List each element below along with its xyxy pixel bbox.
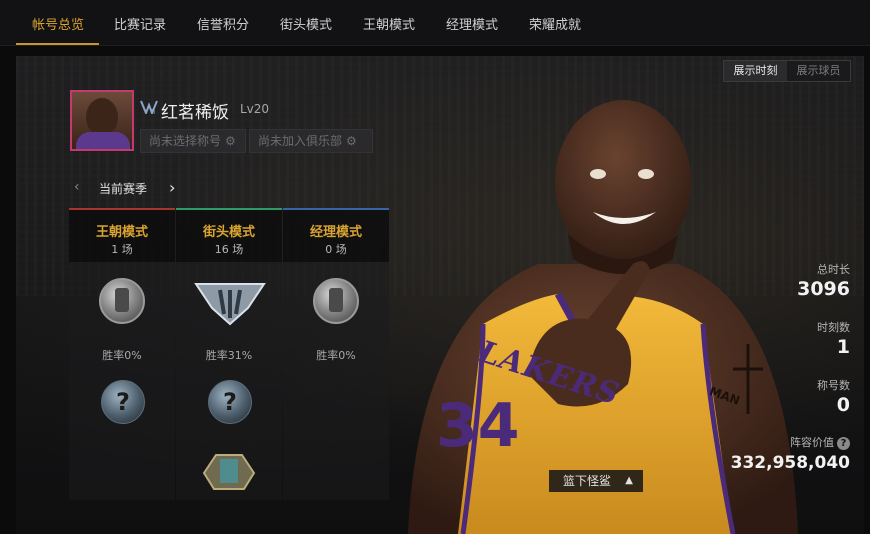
rank-badge-icon	[140, 100, 158, 117]
moments-label: 时刻数	[817, 321, 850, 334]
player-level: Lv20	[240, 102, 270, 116]
lineup-value: 332,958,040	[730, 453, 850, 473]
mode-match-count: 16 场	[214, 243, 244, 256]
mystery-badge-icon: ?	[101, 380, 145, 424]
titles-value: 0	[836, 394, 850, 416]
show-moments-button[interactable]: 展示时刻	[724, 61, 787, 81]
mode-winrate: 胜率0%	[102, 349, 142, 362]
trophy-badge-icon	[202, 454, 256, 490]
jersey-number: 34	[436, 391, 520, 461]
tab-account-overview[interactable]: 帐号总览	[32, 14, 84, 46]
mode-card-dynasty[interactable]: 王朝模式 1 场 胜率0% ?	[69, 208, 175, 500]
titles-label: 称号数	[817, 379, 850, 392]
tab-street-mode[interactable]: 街头模式	[280, 14, 332, 46]
mode-card-street[interactable]: 街头模式 16 场 胜率31% ?	[176, 208, 282, 500]
mode-winrate: 胜率31%	[205, 349, 253, 362]
title-chip-label: 尚未选择称号	[149, 134, 222, 148]
mode-match-count: 1 场	[111, 243, 133, 256]
overview-panel: LAKERS 34 MAN 展示时刻 展示球员 II 红茗稀饭 Lv20 尚未选…	[16, 56, 864, 534]
tab-dynasty-mode[interactable]: 王朝模式	[363, 14, 415, 46]
show-players-button[interactable]: 展示球员	[787, 61, 850, 81]
active-tab-indicator	[16, 43, 99, 45]
mystery-badge-icon: ?	[208, 380, 252, 424]
lineup-value-label: 阵容价值	[790, 436, 834, 449]
chevron-left-icon[interactable]: ‹	[74, 179, 80, 195]
rank-badge-label: II	[151, 108, 156, 116]
club-join-chip[interactable]: 尚未加入俱乐部 ⚙	[249, 129, 373, 153]
lineup-value-label-group: 阵容价值?	[790, 434, 850, 450]
gear-icon: ⚙	[346, 134, 357, 148]
playtime-label: 总时长	[817, 263, 850, 276]
tab-match-history[interactable]: 比赛记录	[114, 14, 166, 46]
playtime-value: 3096	[797, 278, 850, 300]
help-icon[interactable]: ?	[837, 437, 850, 450]
mode-winrate: 胜率0%	[316, 349, 356, 362]
club-chip-label: 尚未加入俱乐部	[258, 134, 343, 148]
avatar[interactable]	[70, 90, 134, 151]
featured-player-name: 篮下怪鲨	[563, 474, 612, 488]
featured-player-name-bar[interactable]: 篮下怪鲨 ▲	[549, 470, 643, 492]
rank-medal-icon	[99, 278, 145, 324]
gear-icon: ⚙	[225, 134, 236, 148]
mode-name: 王朝模式	[95, 225, 148, 240]
moments-value: 1	[836, 336, 850, 358]
season-label: 当前赛季	[99, 182, 148, 196]
title-select-chip[interactable]: 尚未选择称号 ⚙	[140, 129, 246, 153]
winged-rank-medal-icon	[194, 283, 266, 326]
mode-match-count: 0 场	[325, 243, 347, 256]
rank-medal-icon	[313, 278, 359, 324]
caret-up-icon: ▲	[625, 475, 633, 486]
username: 红茗稀饭	[161, 103, 229, 123]
showcase-toggle: 展示时刻 展示球员	[723, 60, 851, 82]
mode-name: 街头模式	[202, 225, 255, 240]
tab-manager-mode[interactable]: 经理模式	[446, 14, 498, 46]
chevron-right-icon[interactable]: ›	[169, 178, 175, 197]
top-tab-bar: 帐号总览 比赛记录 信誉积分 街头模式 王朝模式 经理模式 荣耀成就	[0, 0, 870, 46]
mode-card-manager[interactable]: 经理模式 0 场 胜率0%	[283, 208, 389, 500]
tab-achievements[interactable]: 荣耀成就	[529, 14, 581, 46]
tab-reputation[interactable]: 信誉积分	[197, 14, 249, 46]
mode-name: 经理模式	[309, 225, 362, 240]
